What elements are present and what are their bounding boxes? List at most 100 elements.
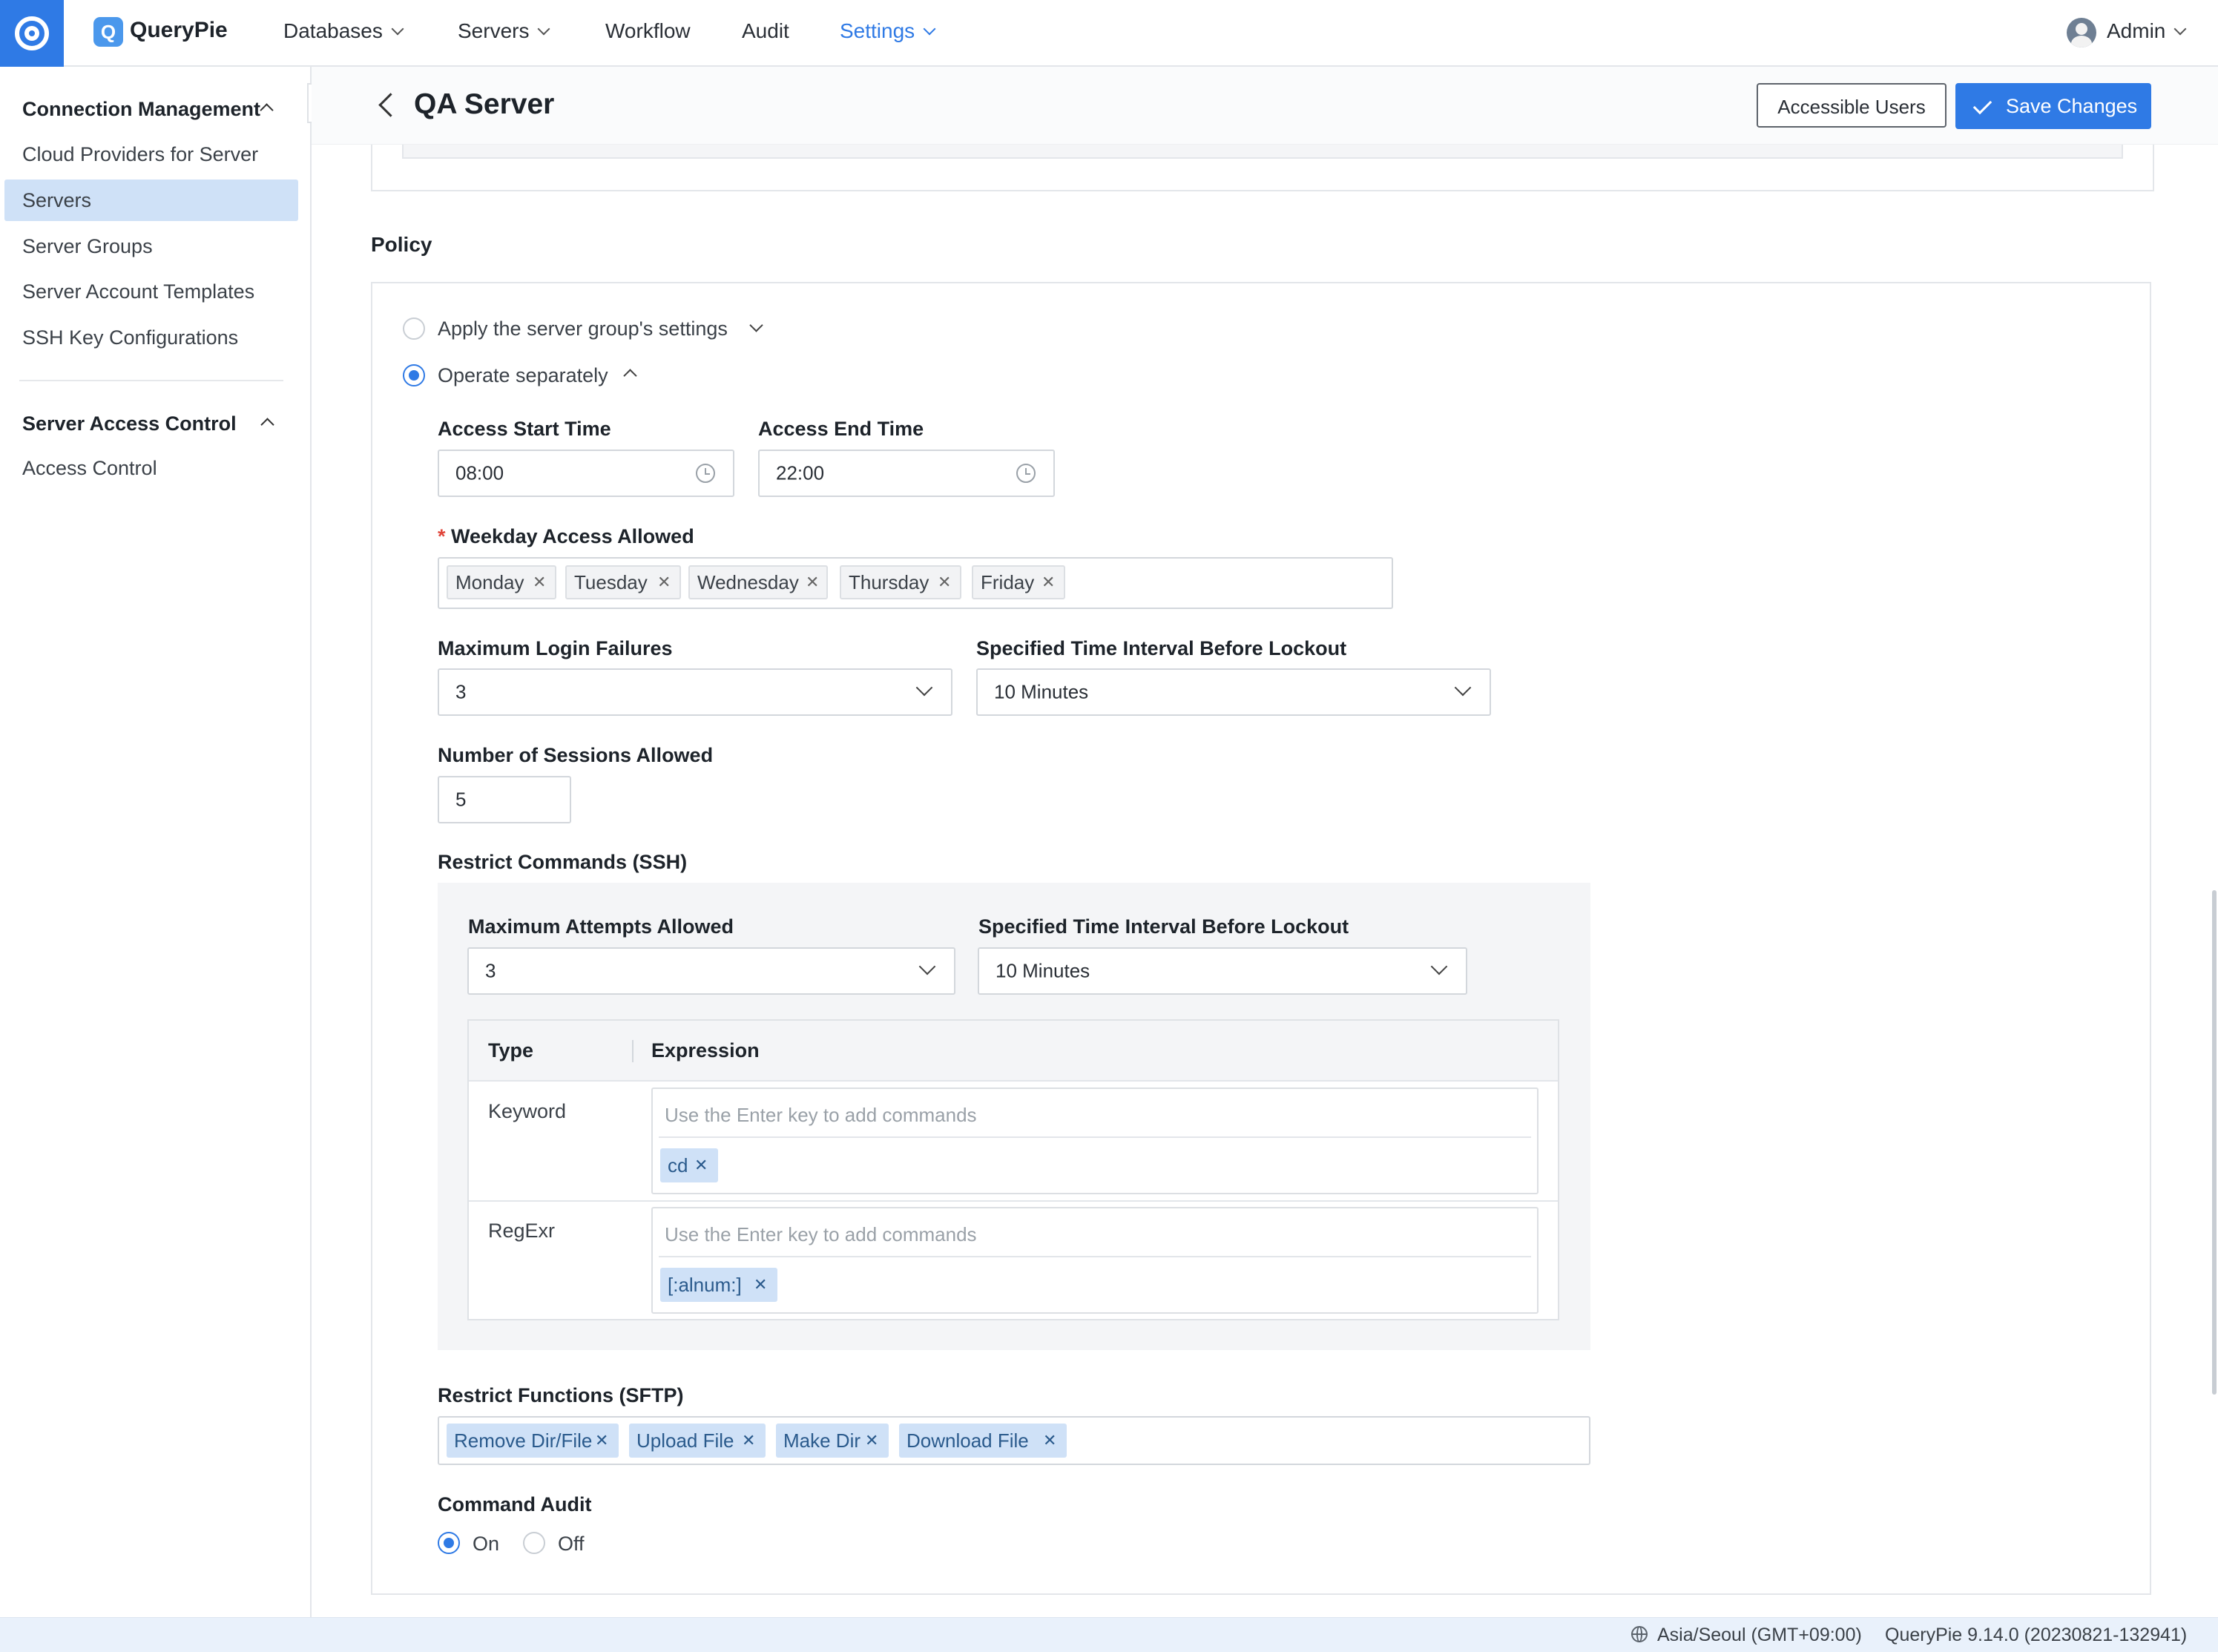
row-type-regexr: RegExr bbox=[488, 1220, 556, 1242]
radio-audit-off[interactable] bbox=[523, 1532, 545, 1554]
querypie-logo-icon[interactable] bbox=[0, 0, 64, 67]
nav-audit[interactable]: Audit bbox=[742, 19, 789, 43]
page-title: QA Server bbox=[414, 88, 555, 120]
weekday-tag: Wednesday ✕ bbox=[688, 565, 828, 599]
sidebar-item-servers[interactable]: Servers bbox=[22, 189, 91, 212]
radio-audit-off-label[interactable]: Off bbox=[558, 1533, 585, 1556]
row-type-keyword: Keyword bbox=[488, 1100, 567, 1122]
sidebar-item-server-groups[interactable]: Server Groups bbox=[22, 235, 153, 258]
nav-servers[interactable]: Servers bbox=[458, 19, 550, 43]
command-audit-label: Command Audit bbox=[438, 1493, 592, 1516]
sftp-tag-label: Download File bbox=[906, 1429, 1029, 1452]
accessible-users-button[interactable]: Accessible Users bbox=[1757, 83, 1946, 128]
sidebar-item-cloud-providers[interactable]: Cloud Providers for Server bbox=[22, 143, 258, 166]
max-attempts-label: Maximum Attempts Allowed bbox=[468, 915, 734, 938]
weekday-tag-label: Tuesday bbox=[574, 571, 648, 593]
radio-audit-on[interactable] bbox=[438, 1532, 460, 1554]
chevron-down-icon bbox=[918, 958, 936, 975]
weekday-access-label: * Weekday Access Allowed bbox=[438, 525, 694, 548]
column-divider bbox=[632, 1040, 634, 1062]
sidebar-item-access-control[interactable]: Access Control bbox=[22, 457, 157, 480]
close-icon[interactable]: ✕ bbox=[754, 1268, 767, 1302]
max-attempts-select[interactable]: 3 bbox=[467, 947, 955, 995]
regexr-tag: [:alnum:] ✕ bbox=[660, 1268, 777, 1302]
weekday-tag-label: Thursday bbox=[849, 571, 929, 593]
ssh-lockout-interval-select[interactable]: 10 Minutes bbox=[978, 947, 1467, 995]
close-icon[interactable]: ✕ bbox=[742, 1424, 755, 1458]
keyword-tag: cd ✕ bbox=[660, 1148, 718, 1182]
nav-databases-label: Databases bbox=[283, 19, 383, 42]
sftp-tag-label: Remove Dir/File bbox=[454, 1429, 593, 1452]
nav-settings-label: Settings bbox=[840, 19, 915, 42]
policy-section-title: Policy bbox=[371, 233, 432, 256]
nav-workflow[interactable]: Workflow bbox=[605, 19, 691, 43]
chevron-down-icon bbox=[2173, 22, 2187, 36]
column-type: Type bbox=[488, 1039, 534, 1062]
radio-operate-separately-label[interactable]: Operate separately bbox=[438, 364, 608, 387]
sftp-tag: Remove Dir/File ✕ bbox=[447, 1424, 619, 1458]
keyword-tag-label: cd bbox=[668, 1154, 688, 1177]
close-icon[interactable]: ✕ bbox=[806, 567, 819, 598]
radio-apply-group-settings[interactable] bbox=[403, 317, 425, 340]
save-changes-button[interactable]: Save Changes bbox=[1955, 83, 2151, 129]
weekday-multiselect[interactable]: Monday ✕ Tuesday ✕ Wednesday ✕ Thursday ✕ Fr… bbox=[438, 557, 1393, 609]
weekday-tag-label: Friday bbox=[981, 571, 1035, 593]
save-changes-label: Save Changes bbox=[2006, 95, 2138, 117]
close-icon[interactable]: ✕ bbox=[694, 1148, 708, 1182]
clock-icon bbox=[696, 464, 715, 483]
sidebar-section-server-access-control[interactable]: Server Access Control bbox=[22, 412, 237, 435]
nav-audit-label: Audit bbox=[742, 19, 789, 42]
regexr-expression-placeholder: Use the Enter key to add commands bbox=[665, 1223, 977, 1245]
user-menu[interactable]: Admin bbox=[2107, 19, 2187, 43]
chevron-down-icon bbox=[915, 679, 933, 697]
user-avatar[interactable] bbox=[2067, 18, 2096, 47]
nav-workflow-label: Workflow bbox=[605, 19, 691, 42]
close-icon[interactable]: ✕ bbox=[865, 1424, 878, 1458]
close-icon[interactable]: ✕ bbox=[657, 567, 671, 598]
close-icon[interactable]: ✕ bbox=[1041, 567, 1055, 598]
nav-settings[interactable]: Settings bbox=[840, 19, 936, 43]
chevron-down-icon bbox=[1430, 958, 1448, 975]
radio-operate-separately[interactable] bbox=[403, 364, 425, 386]
chevron-down-icon bbox=[537, 22, 550, 36]
access-start-time-input[interactable]: 08:00 bbox=[438, 450, 734, 497]
access-end-time-input[interactable]: 22:00 bbox=[758, 450, 1055, 497]
check-icon bbox=[1972, 95, 1992, 115]
required-asterisk: * bbox=[438, 525, 446, 547]
close-icon[interactable]: ✕ bbox=[533, 567, 546, 598]
sidebar-item-ssh-key-configurations[interactable]: SSH Key Configurations bbox=[22, 326, 238, 349]
sidebar-section-connection-management[interactable]: Connection Management bbox=[22, 98, 260, 121]
close-icon[interactable]: ✕ bbox=[1043, 1424, 1056, 1458]
sftp-functions-multiselect[interactable]: Remove Dir/File ✕ Upload File ✕ Make Dir ✕ … bbox=[438, 1416, 1590, 1465]
sftp-tag-label: Upload File bbox=[636, 1429, 734, 1452]
divider bbox=[659, 1136, 1531, 1138]
radio-audit-on-label[interactable]: On bbox=[473, 1533, 499, 1556]
sessions-allowed-input[interactable]: 5 bbox=[438, 776, 571, 823]
weekday-tag-label: Monday bbox=[455, 571, 524, 593]
brand-name[interactable]: QueryPie bbox=[130, 18, 228, 43]
max-login-failures-select[interactable]: 3 bbox=[438, 668, 952, 716]
close-icon[interactable]: ✕ bbox=[938, 567, 951, 598]
nav-databases[interactable]: Databases bbox=[283, 19, 404, 43]
lockout-interval-label: Specified Time Interval Before Lockout bbox=[976, 637, 1347, 659]
regexr-tag-label: [:alnum:] bbox=[668, 1274, 742, 1296]
regexr-expression-input[interactable]: Use the Enter key to add commands [:alnu… bbox=[651, 1207, 1539, 1314]
keyword-expression-input[interactable]: Use the Enter key to add commands cd ✕ bbox=[651, 1087, 1539, 1194]
user-name: Admin bbox=[2107, 19, 2166, 42]
clock-icon bbox=[1016, 464, 1036, 483]
sidebar-section-title: Connection Management bbox=[22, 98, 261, 120]
sftp-tag-label: Make Dir bbox=[783, 1429, 861, 1452]
page-scrollbar[interactable] bbox=[2212, 890, 2217, 1395]
timezone-text[interactable]: Asia/Seoul (GMT+09:00) bbox=[1657, 1625, 1862, 1646]
sidebar-item-server-account-templates[interactable]: Server Account Templates bbox=[22, 280, 254, 303]
access-start-time-label: Access Start Time bbox=[438, 418, 611, 440]
sftp-tag: Download File ✕ bbox=[899, 1424, 1067, 1458]
access-end-time-label: Access End Time bbox=[758, 418, 924, 440]
divider bbox=[659, 1256, 1531, 1257]
close-icon[interactable]: ✕ bbox=[595, 1424, 608, 1458]
lockout-interval-value: 10 Minutes bbox=[994, 680, 1089, 703]
globe-icon bbox=[1631, 1626, 1648, 1642]
chevron-down-icon bbox=[1454, 679, 1472, 697]
radio-apply-group-settings-label[interactable]: Apply the server group's settings bbox=[438, 317, 728, 340]
lockout-interval-select[interactable]: 10 Minutes bbox=[976, 668, 1491, 716]
